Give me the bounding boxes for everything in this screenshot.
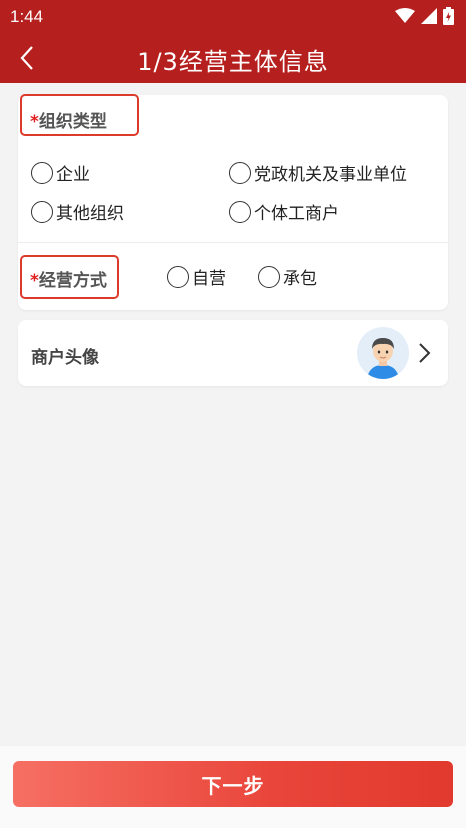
radio-circle-icon <box>229 200 251 223</box>
radio-org-government[interactable]: 党政机关及事业单位 <box>229 160 407 185</box>
org-type-label-text: 组织类型 <box>38 112 107 132</box>
business-mode-label: *经营方式 <box>30 266 107 291</box>
status-time: 1:44 <box>10 7 44 26</box>
divider <box>18 242 448 243</box>
radio-mode-contract[interactable]: 承包 <box>258 264 317 289</box>
radio-circle-icon <box>31 161 53 184</box>
radio-org-individual[interactable]: 个体工商户 <box>229 199 339 224</box>
wifi-icon <box>395 8 415 23</box>
radio-org-enterprise[interactable]: 企业 <box>31 160 90 185</box>
signal-icon <box>421 8 437 24</box>
radio-label: 党政机关及事业单位 <box>254 165 407 185</box>
radio-label: 其他组织 <box>56 204 124 224</box>
radio-label: 企业 <box>56 165 90 185</box>
required-mark: * <box>30 112 39 132</box>
radio-circle-icon <box>258 265 280 288</box>
merchant-avatar-label: 商户头像 <box>31 348 99 368</box>
radio-label: 个体工商户 <box>254 204 339 224</box>
org-type-label: *组织类型 <box>30 107 107 132</box>
user-avatar-icon[interactable] <box>357 327 409 379</box>
status-icons <box>395 7 454 25</box>
business-mode-label-text: 经营方式 <box>38 271 107 291</box>
radio-label: 自营 <box>192 269 226 289</box>
radio-org-other[interactable]: 其他组织 <box>31 199 124 224</box>
radio-label: 承包 <box>283 269 317 289</box>
title-bar: 1/3经营主体信息 <box>0 33 466 83</box>
radio-circle-icon <box>167 265 189 288</box>
next-step-button[interactable]: 下一步 <box>13 761 453 807</box>
bottom-bar: 下一步 <box>0 746 466 828</box>
radio-circle-icon <box>229 161 251 184</box>
merchant-avatar-row[interactable]: 商户头像 <box>18 320 448 386</box>
radio-mode-self[interactable]: 自营 <box>167 264 226 289</box>
required-mark: * <box>30 271 39 291</box>
battery-icon <box>443 7 454 25</box>
page-title: 1/3经营主体信息 <box>137 48 329 76</box>
chevron-right-icon <box>419 343 431 363</box>
status-bar: 1:44 <box>0 0 466 33</box>
radio-circle-icon <box>31 200 53 223</box>
business-info-card: *组织类型 企业 党政机关及事业单位 其他组织 个体工商户 *经营方式 自营 承… <box>18 94 448 310</box>
